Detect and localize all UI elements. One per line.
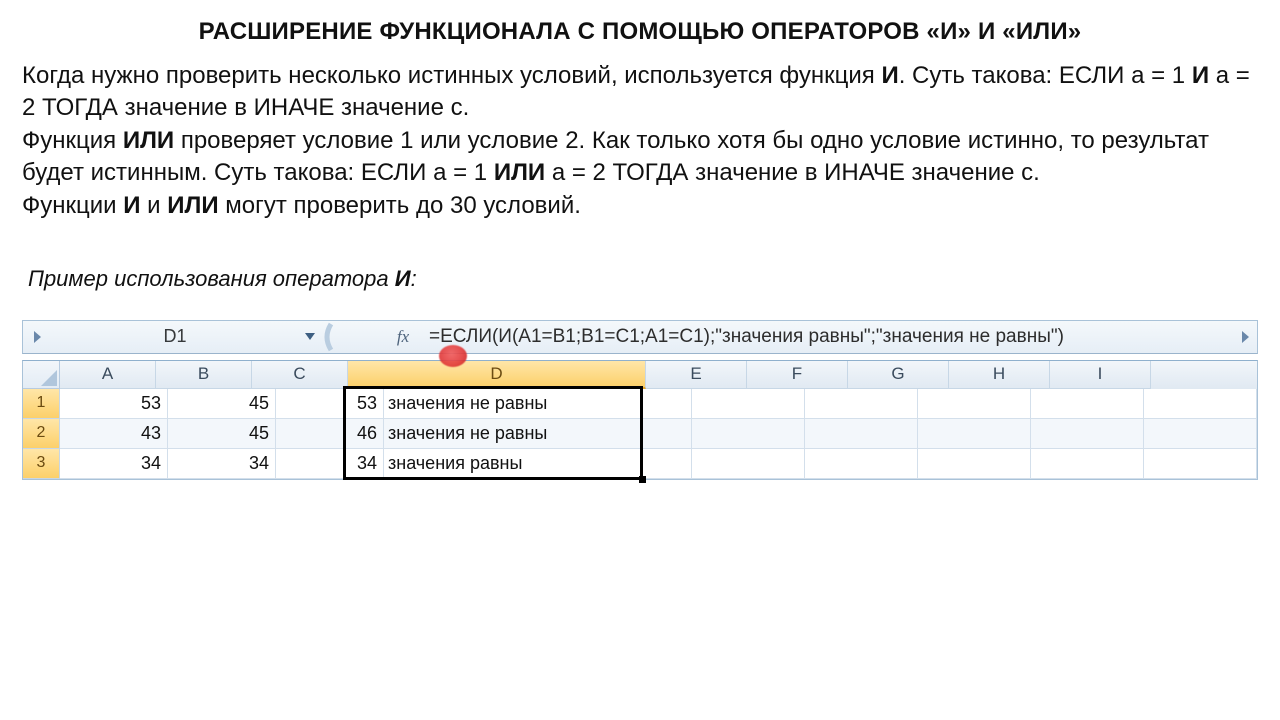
table-row: 1 53 45 53 значения не равны (23, 389, 1257, 419)
cell-b1[interactable]: 45 (168, 389, 276, 419)
cell-i2[interactable] (1144, 419, 1257, 449)
text: могут проверить до 30 условий. (219, 192, 581, 219)
cell-h1[interactable] (1031, 389, 1144, 419)
cell-d3[interactable]: значения равны (384, 449, 692, 479)
text: а = 2 ТОГДА значение в ИНАЧЕ значение с. (545, 159, 1040, 186)
col-header-h[interactable]: H (949, 361, 1050, 389)
example-caption: Пример использования оператора И: (28, 266, 1258, 292)
bold-and: И (123, 192, 140, 219)
cell-b2[interactable]: 45 (168, 419, 276, 449)
paragraph-1: Когда нужно проверить несколько истинных… (22, 60, 1258, 222)
cell-h2[interactable] (1031, 419, 1144, 449)
text: Функция (22, 127, 123, 154)
text: : (411, 266, 417, 291)
pointer-highlight-icon (439, 345, 467, 367)
cell-h3[interactable] (1031, 449, 1144, 479)
col-header-c[interactable]: C (252, 361, 348, 389)
cell-c2[interactable]: 46 (276, 419, 384, 449)
column-headers: A B C D E F G H I (23, 361, 1257, 389)
text: Пример использования оператора (28, 266, 395, 291)
excel-screenshot: D1 fx =ЕСЛИ(И(A1=B1;B1=C1;A1=C1);"значен… (22, 320, 1258, 480)
row-header[interactable]: 3 (23, 449, 60, 479)
formula-bar-paren-icon (321, 322, 383, 352)
table-row: 2 43 45 46 значения не равны (23, 419, 1257, 449)
col-header-e[interactable]: E (646, 361, 747, 389)
cell-e2[interactable] (692, 419, 805, 449)
cell-e3[interactable] (692, 449, 805, 479)
bold-or: ИЛИ (123, 127, 174, 154)
row-header[interactable]: 1 (23, 389, 60, 419)
formula-bar: D1 fx =ЕСЛИ(И(A1=B1;B1=C1;A1=C1);"значен… (22, 320, 1258, 354)
text: Когда нужно проверить несколько истинных… (22, 62, 881, 89)
chevron-right-icon (23, 331, 51, 343)
name-box-dropdown-icon[interactable] (299, 333, 321, 340)
chevron-right-icon (1233, 331, 1257, 343)
row-header[interactable]: 2 (23, 419, 60, 449)
cell-e1[interactable] (692, 389, 805, 419)
cell-a2[interactable]: 43 (60, 419, 168, 449)
cell-c3[interactable]: 34 (276, 449, 384, 479)
bold-or: ИЛИ (494, 159, 545, 186)
cell-a3[interactable]: 34 (60, 449, 168, 479)
col-header-i[interactable]: I (1050, 361, 1151, 389)
cell-g2[interactable] (918, 419, 1031, 449)
text: Функции (22, 192, 123, 219)
page-title: РАСШИРЕНИЕ ФУНКЦИОНАЛА С ПОМОЩЬЮ ОПЕРАТО… (22, 18, 1258, 46)
select-all-corner[interactable] (23, 361, 60, 389)
cell-f2[interactable] (805, 419, 918, 449)
cell-c1[interactable]: 53 (276, 389, 384, 419)
col-header-f[interactable]: F (747, 361, 848, 389)
cell-d1[interactable]: значения не равны (384, 389, 692, 419)
cell-i1[interactable] (1144, 389, 1257, 419)
cell-f1[interactable] (805, 389, 918, 419)
col-header-d[interactable]: D (348, 361, 646, 389)
bold-and: И (395, 266, 411, 291)
bold-and: И (881, 62, 898, 89)
name-box[interactable]: D1 (51, 326, 299, 347)
cell-g3[interactable] (918, 449, 1031, 479)
text: . Суть такова: ЕСЛИ а = 1 (899, 62, 1192, 89)
cell-b3[interactable]: 34 (168, 449, 276, 479)
cell-f3[interactable] (805, 449, 918, 479)
cell-g1[interactable] (918, 389, 1031, 419)
spreadsheet-grid[interactable]: A B C D E F G H I 1 53 45 53 значения не… (22, 360, 1258, 480)
bold-and: И (1192, 62, 1209, 89)
col-header-b[interactable]: B (156, 361, 252, 389)
formula-input[interactable]: =ЕСЛИ(И(A1=B1;B1=C1;A1=C1);"значения рав… (423, 326, 1233, 348)
text: и (140, 192, 167, 219)
cell-i3[interactable] (1144, 449, 1257, 479)
cell-a1[interactable]: 53 (60, 389, 168, 419)
insert-function-button[interactable]: fx (383, 327, 423, 347)
col-header-g[interactable]: G (848, 361, 949, 389)
col-header-a[interactable]: A (60, 361, 156, 389)
table-row: 3 34 34 34 значения равны (23, 449, 1257, 479)
bold-or: ИЛИ (167, 192, 218, 219)
cell-d2[interactable]: значения не равны (384, 419, 692, 449)
